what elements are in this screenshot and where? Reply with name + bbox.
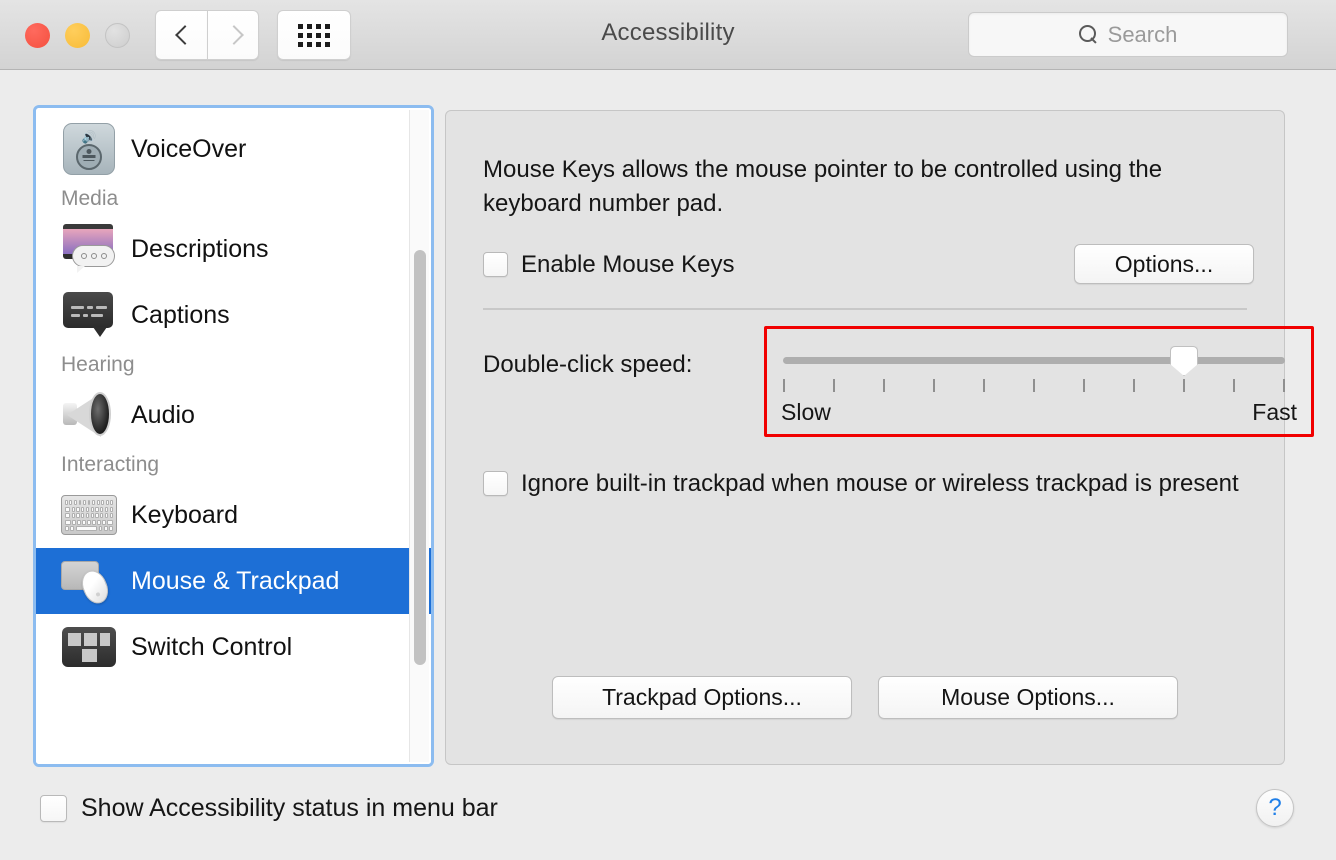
- slider-tick: [1133, 379, 1135, 392]
- search-icon: [1078, 25, 1098, 44]
- sidebar-scrollbar-track[interactable]: [409, 110, 429, 762]
- slider-tick: [983, 379, 985, 392]
- ignore-trackpad-checkbox-group[interactable]: Ignore built-in trackpad when mouse or w…: [483, 468, 1254, 499]
- double-click-speed-label: Double-click speed:: [483, 351, 693, 378]
- show-accessibility-status-label: Show Accessibility status in menu bar: [81, 794, 498, 822]
- mouse-keys-options-button[interactable]: Options...: [1074, 244, 1254, 284]
- slider-tick: [883, 379, 885, 392]
- sidebar-item-label: Keyboard: [131, 500, 239, 529]
- slider-tick: [1083, 379, 1085, 392]
- sidebar-item-label: Captions: [131, 300, 230, 329]
- slider-tick: [783, 379, 785, 392]
- sidebar-scroll-content: 🔊 VoiceOver Media Descriptions Captions …: [36, 108, 431, 764]
- sidebar-item-captions[interactable]: Captions: [36, 282, 431, 348]
- panel-button-row: Trackpad Options... Mouse Options...: [446, 676, 1284, 719]
- search-placeholder: Search: [1107, 21, 1178, 47]
- mouse-trackpad-settings-panel: Mouse Keys allows the mouse pointer to b…: [445, 110, 1314, 765]
- sidebar-item-descriptions[interactable]: Descriptions: [36, 216, 431, 282]
- sidebar-item-audio[interactable]: Audio: [36, 382, 431, 448]
- sidebar-item-label: Descriptions: [131, 234, 269, 263]
- slider-slow-label: Slow: [781, 399, 831, 425]
- ignore-trackpad-label: Ignore built-in trackpad when mouse or w…: [521, 470, 1239, 497]
- double-click-speed-slider-thumb[interactable]: [1170, 346, 1198, 376]
- sidebar-item-switch-control[interactable]: Switch Control: [36, 614, 431, 680]
- sidebar-item-keyboard[interactable]: Keyboard: [36, 482, 431, 548]
- sidebar-group-interacting: Interacting: [61, 453, 160, 476]
- sidebar-item-label: VoiceOver: [131, 134, 247, 163]
- double-click-speed-slider-track[interactable]: [783, 357, 1285, 364]
- slider-tick: [1183, 379, 1185, 392]
- slider-tick: [1033, 379, 1035, 392]
- help-button[interactable]: ?: [1256, 789, 1294, 827]
- audio-speaker-icon: [61, 389, 117, 441]
- sidebar-item-label: Switch Control: [131, 632, 293, 661]
- enable-mouse-keys-row: Enable Mouse Keys Options...: [483, 244, 1254, 284]
- show-accessibility-status-group[interactable]: Show Accessibility status in menu bar: [40, 793, 498, 824]
- accessibility-feature-sidebar[interactable]: 🔊 VoiceOver Media Descriptions Captions …: [33, 105, 434, 767]
- enable-mouse-keys-checkbox[interactable]: [483, 251, 508, 277]
- ignore-trackpad-checkbox[interactable]: [483, 471, 508, 496]
- sidebar-group-hearing: Hearing: [61, 353, 135, 376]
- mouse-trackpad-icon: [61, 558, 117, 608]
- sidebar-item-label: Mouse & Trackpad: [131, 566, 340, 595]
- sidebar-item-voiceover[interactable]: 🔊 VoiceOver: [36, 116, 431, 182]
- slider-tick: [933, 379, 935, 392]
- show-accessibility-status-checkbox[interactable]: [40, 795, 67, 822]
- sidebar-group-media: Media: [61, 187, 119, 210]
- descriptions-icon: [61, 224, 117, 274]
- slider-tick: [833, 379, 835, 392]
- window-titlebar: Accessibility Search: [0, 0, 1336, 70]
- captions-icon: [61, 290, 117, 340]
- keyboard-icon: [61, 495, 117, 535]
- trackpad-options-button[interactable]: Trackpad Options...: [552, 676, 852, 719]
- mouse-options-button[interactable]: Mouse Options...: [878, 676, 1178, 719]
- search-field[interactable]: Search: [968, 12, 1288, 57]
- slider-tick-marks: [783, 379, 1285, 392]
- double-click-speed-highlight-annotation: Slow Fast: [764, 326, 1314, 437]
- sidebar-item-label: Audio: [131, 400, 195, 429]
- sidebar-scrollbar-thumb[interactable]: [414, 250, 426, 665]
- mouse-keys-description: Mouse Keys allows the mouse pointer to b…: [483, 156, 1163, 217]
- slider-fast-label: Fast: [1252, 399, 1297, 425]
- enable-mouse-keys-checkbox-group[interactable]: Enable Mouse Keys: [483, 249, 734, 280]
- section-divider: [483, 308, 1247, 310]
- slider-tick: [1233, 379, 1235, 392]
- enable-mouse-keys-label: Enable Mouse Keys: [521, 250, 735, 278]
- switch-control-icon: [61, 627, 117, 667]
- ignore-trackpad-row: Ignore built-in trackpad when mouse or w…: [483, 468, 1254, 499]
- slider-tick: [1283, 379, 1285, 392]
- voiceover-icon: 🔊: [61, 123, 117, 175]
- sidebar-item-mouse-trackpad[interactable]: Mouse & Trackpad: [36, 548, 431, 614]
